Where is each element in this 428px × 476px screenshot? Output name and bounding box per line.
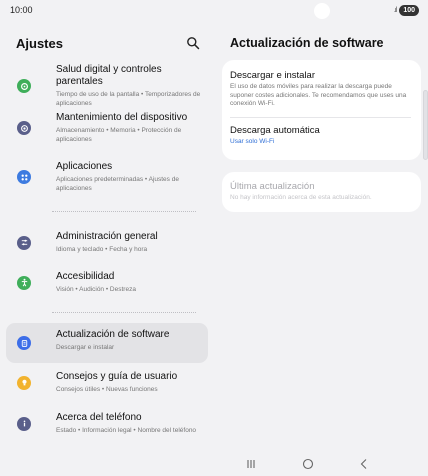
software-update-pane: Actualización de software Descargar e in… xyxy=(214,22,428,452)
navigation-bar xyxy=(214,452,428,476)
settings-list-pane: Ajustes Salud digital y controles parent… xyxy=(0,22,214,452)
recents-icon[interactable] xyxy=(243,456,259,472)
item-title: Salud digital y controles parentales xyxy=(56,64,162,87)
item-title: Acerca del teléfono xyxy=(56,412,142,423)
section-divider xyxy=(52,211,196,212)
last-update-row: Última actualización No hay información … xyxy=(222,172,421,203)
row-subtitle: El uso de datos móviles para realizar la… xyxy=(230,83,407,107)
search-icon[interactable] xyxy=(186,36,200,50)
item-title: Aplicaciones xyxy=(56,161,113,172)
scroll-indicator[interactable] xyxy=(423,90,428,160)
section-divider xyxy=(52,312,196,313)
item-title: Mantenimiento del dispositivo xyxy=(56,112,188,123)
software-update-icon xyxy=(17,336,31,350)
device-care-icon xyxy=(17,121,31,135)
row-subtitle: No hay información acerca de esta actual… xyxy=(230,194,372,201)
status-time: 10:00 xyxy=(10,5,33,15)
detail-title: Actualización de software xyxy=(230,36,384,50)
item-subtitle: Idioma y teclado • Fecha y hora xyxy=(56,246,148,253)
wellbeing-icon xyxy=(17,79,31,93)
item-subtitle: Aplicaciones predeterminadas • Ajustes d… xyxy=(56,176,179,192)
download-install-row[interactable]: Descargar e instalar El uso de datos móv… xyxy=(222,60,421,109)
page-title: Ajustes xyxy=(16,36,63,51)
item-subtitle: Estado • Información legal • Nombre del … xyxy=(56,427,197,434)
row-title: Descargar e instalar xyxy=(230,70,316,81)
battery-icon: 100 xyxy=(399,5,419,16)
status-bar: 10:00 .ıl 100 xyxy=(0,0,428,22)
item-title: Accesibilidad xyxy=(56,271,115,282)
settings-item-device-care[interactable]: Mantenimiento del dispositivo Almacenami… xyxy=(6,106,208,150)
settings-item-accessibility[interactable]: Accesibilidad Visión • Audición • Destre… xyxy=(6,265,208,300)
auto-download-row[interactable]: Descarga automática Usar solo Wi-Fi xyxy=(222,118,421,145)
status-icons: .ıl 100 xyxy=(394,5,419,16)
item-subtitle: Consejos útiles • Nuevas funciones xyxy=(56,386,158,393)
settings-item-apps[interactable]: Aplicaciones Aplicaciones predeterminada… xyxy=(6,155,208,199)
settings-item-about-phone[interactable]: Acerca del teléfono Estado • Información… xyxy=(6,406,208,441)
home-icon[interactable] xyxy=(300,456,316,472)
item-title: Administración general xyxy=(56,231,158,242)
settings-item-general-management[interactable]: Administración general Idioma y teclado … xyxy=(6,225,208,260)
item-title: Consejos y guía de usuario xyxy=(56,371,178,382)
row-value: Usar solo Wi-Fi xyxy=(230,137,275,145)
row-title: Descarga automática xyxy=(230,124,320,136)
item-subtitle: Visión • Audición • Destreza xyxy=(56,286,136,293)
accessibility-icon xyxy=(17,275,31,290)
apps-icon xyxy=(17,170,31,184)
tips-icon xyxy=(17,375,31,390)
row-title: Última actualización xyxy=(230,181,315,192)
last-update-card: Última actualización No hay información … xyxy=(222,172,421,212)
info-icon xyxy=(17,416,31,431)
item-subtitle: Almacenamiento • Memoria • Protección de… xyxy=(56,127,182,143)
item-title: Actualización de software xyxy=(56,329,170,340)
update-options-card: Descargar e instalar El uso de datos móv… xyxy=(222,60,421,160)
item-subtitle: Descargar e instalar xyxy=(56,344,115,351)
sliders-icon xyxy=(17,235,31,250)
settings-item-tips[interactable]: Consejos y guía de usuario Consejos útil… xyxy=(6,365,208,400)
back-icon[interactable] xyxy=(356,456,372,472)
camera-cutout xyxy=(314,3,330,19)
settings-item-software-update[interactable]: Actualización de software Descargar e in… xyxy=(6,323,208,363)
signal-icon: .ıl xyxy=(393,7,398,14)
